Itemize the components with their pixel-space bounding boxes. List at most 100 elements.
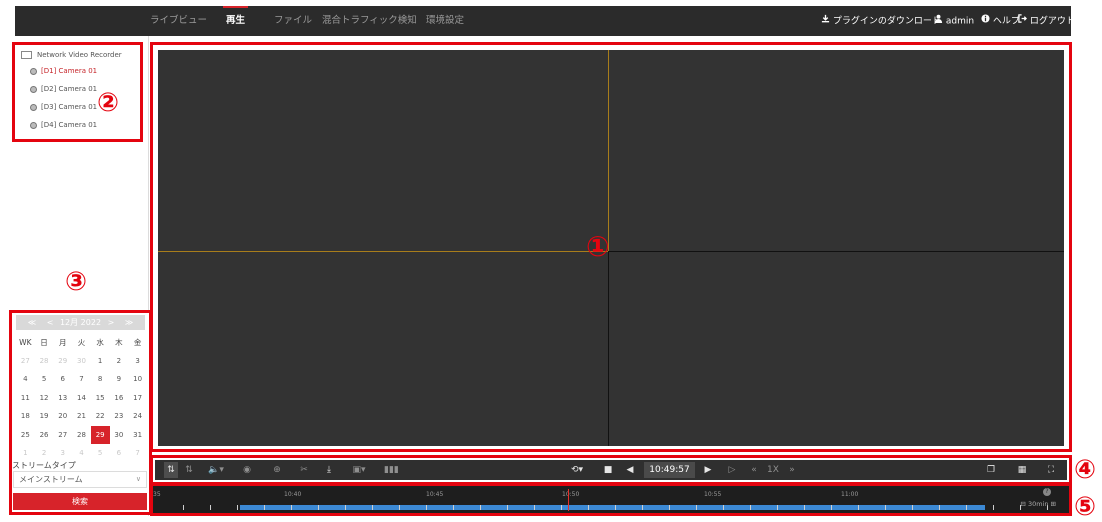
video-playback-area[interactable] — [158, 50, 1064, 446]
calendar-day[interactable]: 15 — [91, 389, 110, 408]
search-button[interactable]: 検索 — [13, 493, 147, 510]
calendar-day[interactable]: 19 — [35, 407, 54, 426]
stop-icon[interactable]: ■ — [601, 460, 615, 480]
tree-camera-d4[interactable]: [D4] Camera 01 — [30, 121, 97, 129]
playback-time-display: 10:49:57 — [644, 462, 695, 478]
calendar-day[interactable]: 26 — [35, 426, 54, 445]
calendar-weekday: 火 — [77, 337, 86, 347]
calendar-day[interactable]: 3 — [128, 352, 147, 371]
calendar-day[interactable]: 6 — [53, 370, 72, 389]
calendar-day-selected[interactable]: 29 — [90, 425, 110, 444]
next-month-button[interactable]: > — [108, 318, 115, 327]
slow-down-icon[interactable]: « — [747, 460, 761, 480]
calendar-day[interactable]: 7 — [128, 444, 147, 463]
reverse-play-icon[interactable]: ⟲▾ — [564, 460, 590, 480]
calendar-day[interactable]: 18 — [16, 407, 35, 426]
calendar-day[interactable]: 7 — [72, 370, 91, 389]
play-icon[interactable]: ▶ — [701, 460, 715, 480]
timeline-tick — [210, 505, 211, 510]
calendar-day[interactable]: 2 — [110, 352, 129, 371]
zoom-out-icon[interactable]: ⊟ — [1020, 500, 1025, 508]
tab-mixed-traffic[interactable]: 混合トラフィック検知 — [322, 6, 417, 36]
calendar-day[interactable]: 8 — [91, 370, 110, 389]
calendar-day[interactable]: 10 — [128, 370, 147, 389]
tree-camera-d2[interactable]: [D2] Camera 01 — [30, 85, 97, 93]
zoom-icon[interactable]: ⊕ — [270, 460, 284, 480]
calendar-day[interactable]: 23 — [110, 407, 129, 426]
tab-live-view[interactable]: ライブビュー — [150, 6, 207, 36]
help-label: ヘルプ — [992, 16, 1020, 27]
calendar-day[interactable]: 27 — [16, 352, 35, 371]
calendar-day[interactable]: 30 — [110, 426, 129, 445]
calendar-day[interactable]: 17 — [128, 389, 147, 408]
help-link[interactable]: ヘルプ — [981, 6, 1020, 36]
sync-icon[interactable]: ⇅ — [164, 460, 178, 480]
calendar-weekday: 木 — [115, 337, 123, 347]
grid-layout-icon[interactable]: ▦ — [1015, 460, 1029, 480]
calendar-day[interactable]: 22 — [91, 407, 110, 426]
timeline-tick — [858, 505, 859, 510]
calendar-day[interactable]: 5 — [35, 370, 54, 389]
calendar-day[interactable]: 1 — [91, 352, 110, 371]
display-mode-icon[interactable]: ▣▾ — [348, 460, 370, 480]
timeline-tick — [939, 505, 940, 510]
calendar-day[interactable]: 28 — [35, 352, 54, 371]
help-icon[interactable]: ? — [1043, 488, 1051, 496]
calendar-day[interactable]: 11 — [16, 389, 35, 408]
step-forward-icon[interactable]: ▷ — [725, 460, 739, 480]
tab-playback[interactable]: 再生 — [222, 6, 249, 36]
plugin-download-link[interactable]: プラグインのダウンロード — [821, 6, 941, 36]
timeline-bar[interactable]: 35 10:40 10:45 10:50 10:55 11:00 ? ⊟ 30m… — [150, 483, 1072, 516]
calendar-day[interactable]: 28 — [72, 426, 91, 445]
timeline-tick — [750, 505, 751, 510]
logout-link[interactable]: ログアウト — [1018, 6, 1075, 36]
tree-camera-d3[interactable]: [D3] Camera 01 — [30, 103, 97, 111]
zoom-in-icon[interactable]: ⊞ — [1051, 500, 1056, 508]
calendar-day[interactable]: 6 — [110, 444, 129, 463]
tab-file[interactable]: ファイル — [274, 6, 312, 36]
volume-icon[interactable]: 🔈▾ — [205, 460, 227, 480]
speed-up-icon[interactable]: » — [785, 460, 799, 480]
tree-root[interactable]: Network Video Recorder — [21, 51, 122, 59]
calendar-day[interactable]: 12 — [35, 389, 54, 408]
frame-icon[interactable]: ▮▮▮ — [384, 460, 399, 480]
fullscreen-icon[interactable]: ⛶ — [1044, 460, 1058, 480]
tree-camera-d1[interactable]: [D1] Camera 01 — [30, 67, 97, 75]
prev-year-button[interactable]: ≪ — [28, 318, 36, 327]
calendar-day[interactable]: 29 — [53, 352, 72, 371]
timeline-tick — [291, 505, 292, 510]
calendar-day[interactable]: 24 — [128, 407, 147, 426]
calendar-day[interactable]: 9 — [110, 370, 129, 389]
calendar-day[interactable]: 5 — [91, 444, 110, 463]
calendar-highlight: ≪ < 12月 2022 > ≫ WK 日月火水木金 27 28 29 30 1 2 3 4 5 6 7… — [9, 310, 152, 515]
stream-type-select[interactable]: メインストリーム ∨ — [13, 471, 147, 488]
clip-icon[interactable]: ✂ — [297, 460, 311, 480]
calendar-day[interactable]: 14 — [72, 389, 91, 408]
calendar-weekday: 日 — [40, 337, 48, 347]
calendar-day[interactable]: 31 — [128, 426, 147, 445]
timeline-tick — [480, 505, 481, 510]
timeline-tick — [831, 505, 832, 510]
camera-label: [D3] Camera 01 — [41, 103, 98, 111]
camera-snapshot-icon[interactable]: ◉ — [240, 460, 254, 480]
timeline-zoom[interactable]: ⊟ 30min ⊞ — [1020, 500, 1056, 508]
tab-settings[interactable]: 環境設定 — [426, 6, 464, 36]
step-back-icon[interactable]: ◀ — [623, 460, 637, 480]
calendar-day[interactable]: 13 — [53, 389, 72, 408]
playback-cursor[interactable] — [568, 489, 569, 511]
calendar-day[interactable]: 4 — [16, 370, 35, 389]
calendar-day[interactable]: 27 — [53, 426, 72, 445]
user-menu[interactable]: admin — [934, 6, 974, 36]
prev-month-button[interactable]: < — [47, 318, 54, 327]
calendar-day[interactable]: 20 — [53, 407, 72, 426]
calendar-day[interactable]: 25 — [16, 426, 35, 445]
next-year-button[interactable]: ≫ — [125, 318, 133, 327]
download-icon[interactable]: ⤓ — [322, 460, 336, 480]
calendar-day[interactable]: 30 — [72, 352, 91, 371]
timeline-tick — [588, 505, 589, 510]
calendar-day[interactable]: 16 — [110, 389, 129, 408]
annotation-marker-4: ④ — [1074, 455, 1097, 485]
window-layout-icon[interactable]: ❐ — [984, 460, 998, 480]
calendar-day[interactable]: 21 — [72, 407, 91, 426]
async-icon[interactable]: ⇅ — [182, 460, 196, 480]
